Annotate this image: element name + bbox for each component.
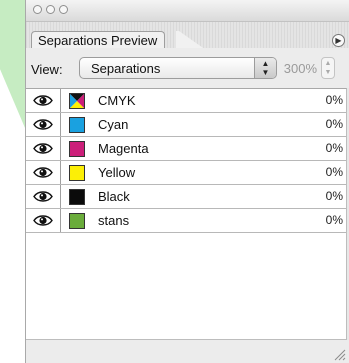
separation-name: Black (98, 189, 130, 204)
triangle-right-icon: ▶ (335, 36, 342, 45)
title-bar[interactable] (26, 0, 349, 22)
visibility-toggle[interactable] (26, 209, 61, 232)
view-label: View: (31, 62, 63, 77)
color-swatch (69, 93, 85, 109)
separation-percent: 0% (325, 117, 343, 131)
visibility-toggle[interactable] (26, 161, 61, 184)
color-swatch (69, 213, 85, 229)
separation-percent: 0% (325, 213, 343, 227)
separation-percent: 0% (325, 165, 343, 179)
color-swatch (69, 189, 85, 205)
separation-row[interactable]: Magenta 0% (26, 137, 346, 161)
separation-percent: 0% (325, 189, 343, 203)
separations-preview-panel: Separations Preview ▶ View: Separations … (25, 0, 349, 363)
tab-strip: Separations Preview ▶ (26, 22, 349, 50)
zoom-field[interactable]: 300% (281, 61, 317, 77)
visibility-toggle[interactable] (26, 137, 61, 160)
color-swatch (69, 141, 85, 157)
eye-icon (33, 95, 53, 106)
separations-list: CMYK 0% Cyan 0% Magenta 0% Yellow 0% Black 0% stan… (26, 88, 347, 340)
eye-icon (33, 215, 53, 226)
zoom-window-button[interactable] (59, 5, 68, 14)
separation-name: Yellow (98, 165, 136, 180)
separation-row[interactable]: CMYK 0% (26, 89, 346, 113)
separation-name: Magenta (98, 141, 149, 156)
view-select[interactable]: Separations ▲ ▼ (79, 57, 277, 79)
separation-percent: 0% (325, 93, 343, 107)
eye-icon (33, 167, 53, 178)
eye-icon (33, 119, 53, 130)
visibility-toggle[interactable] (26, 185, 61, 208)
color-swatch (69, 117, 85, 133)
separation-row[interactable]: Yellow 0% (26, 161, 346, 185)
panel-menu-button[interactable]: ▶ (332, 34, 345, 47)
eye-icon (33, 191, 53, 202)
separation-name: CMYK (98, 93, 136, 108)
separation-name: stans (98, 213, 130, 228)
minimize-window-button[interactable] (46, 5, 55, 14)
cmyk-swatch-icon (70, 94, 84, 108)
view-select-value: Separations (91, 61, 161, 76)
visibility-toggle[interactable] (26, 113, 61, 136)
separation-name: Cyan (98, 117, 129, 132)
visibility-toggle[interactable] (26, 89, 61, 112)
separation-row[interactable]: Cyan 0% (26, 113, 346, 137)
separation-percent: 0% (325, 141, 343, 155)
resize-grip-icon[interactable] (332, 347, 346, 361)
separation-row[interactable]: Black 0% (26, 185, 346, 209)
eye-icon (33, 143, 53, 154)
status-bar (26, 340, 349, 363)
toolbar: View: Separations ▲ ▼ 300% ▲ ▼ (26, 48, 349, 88)
zoom-stepper[interactable]: ▲ ▼ (321, 57, 335, 79)
separation-row[interactable]: stans 0% (26, 209, 346, 233)
up-down-arrows-icon: ▲ ▼ (254, 58, 276, 78)
close-window-button[interactable] (33, 5, 42, 14)
color-swatch (69, 165, 85, 181)
